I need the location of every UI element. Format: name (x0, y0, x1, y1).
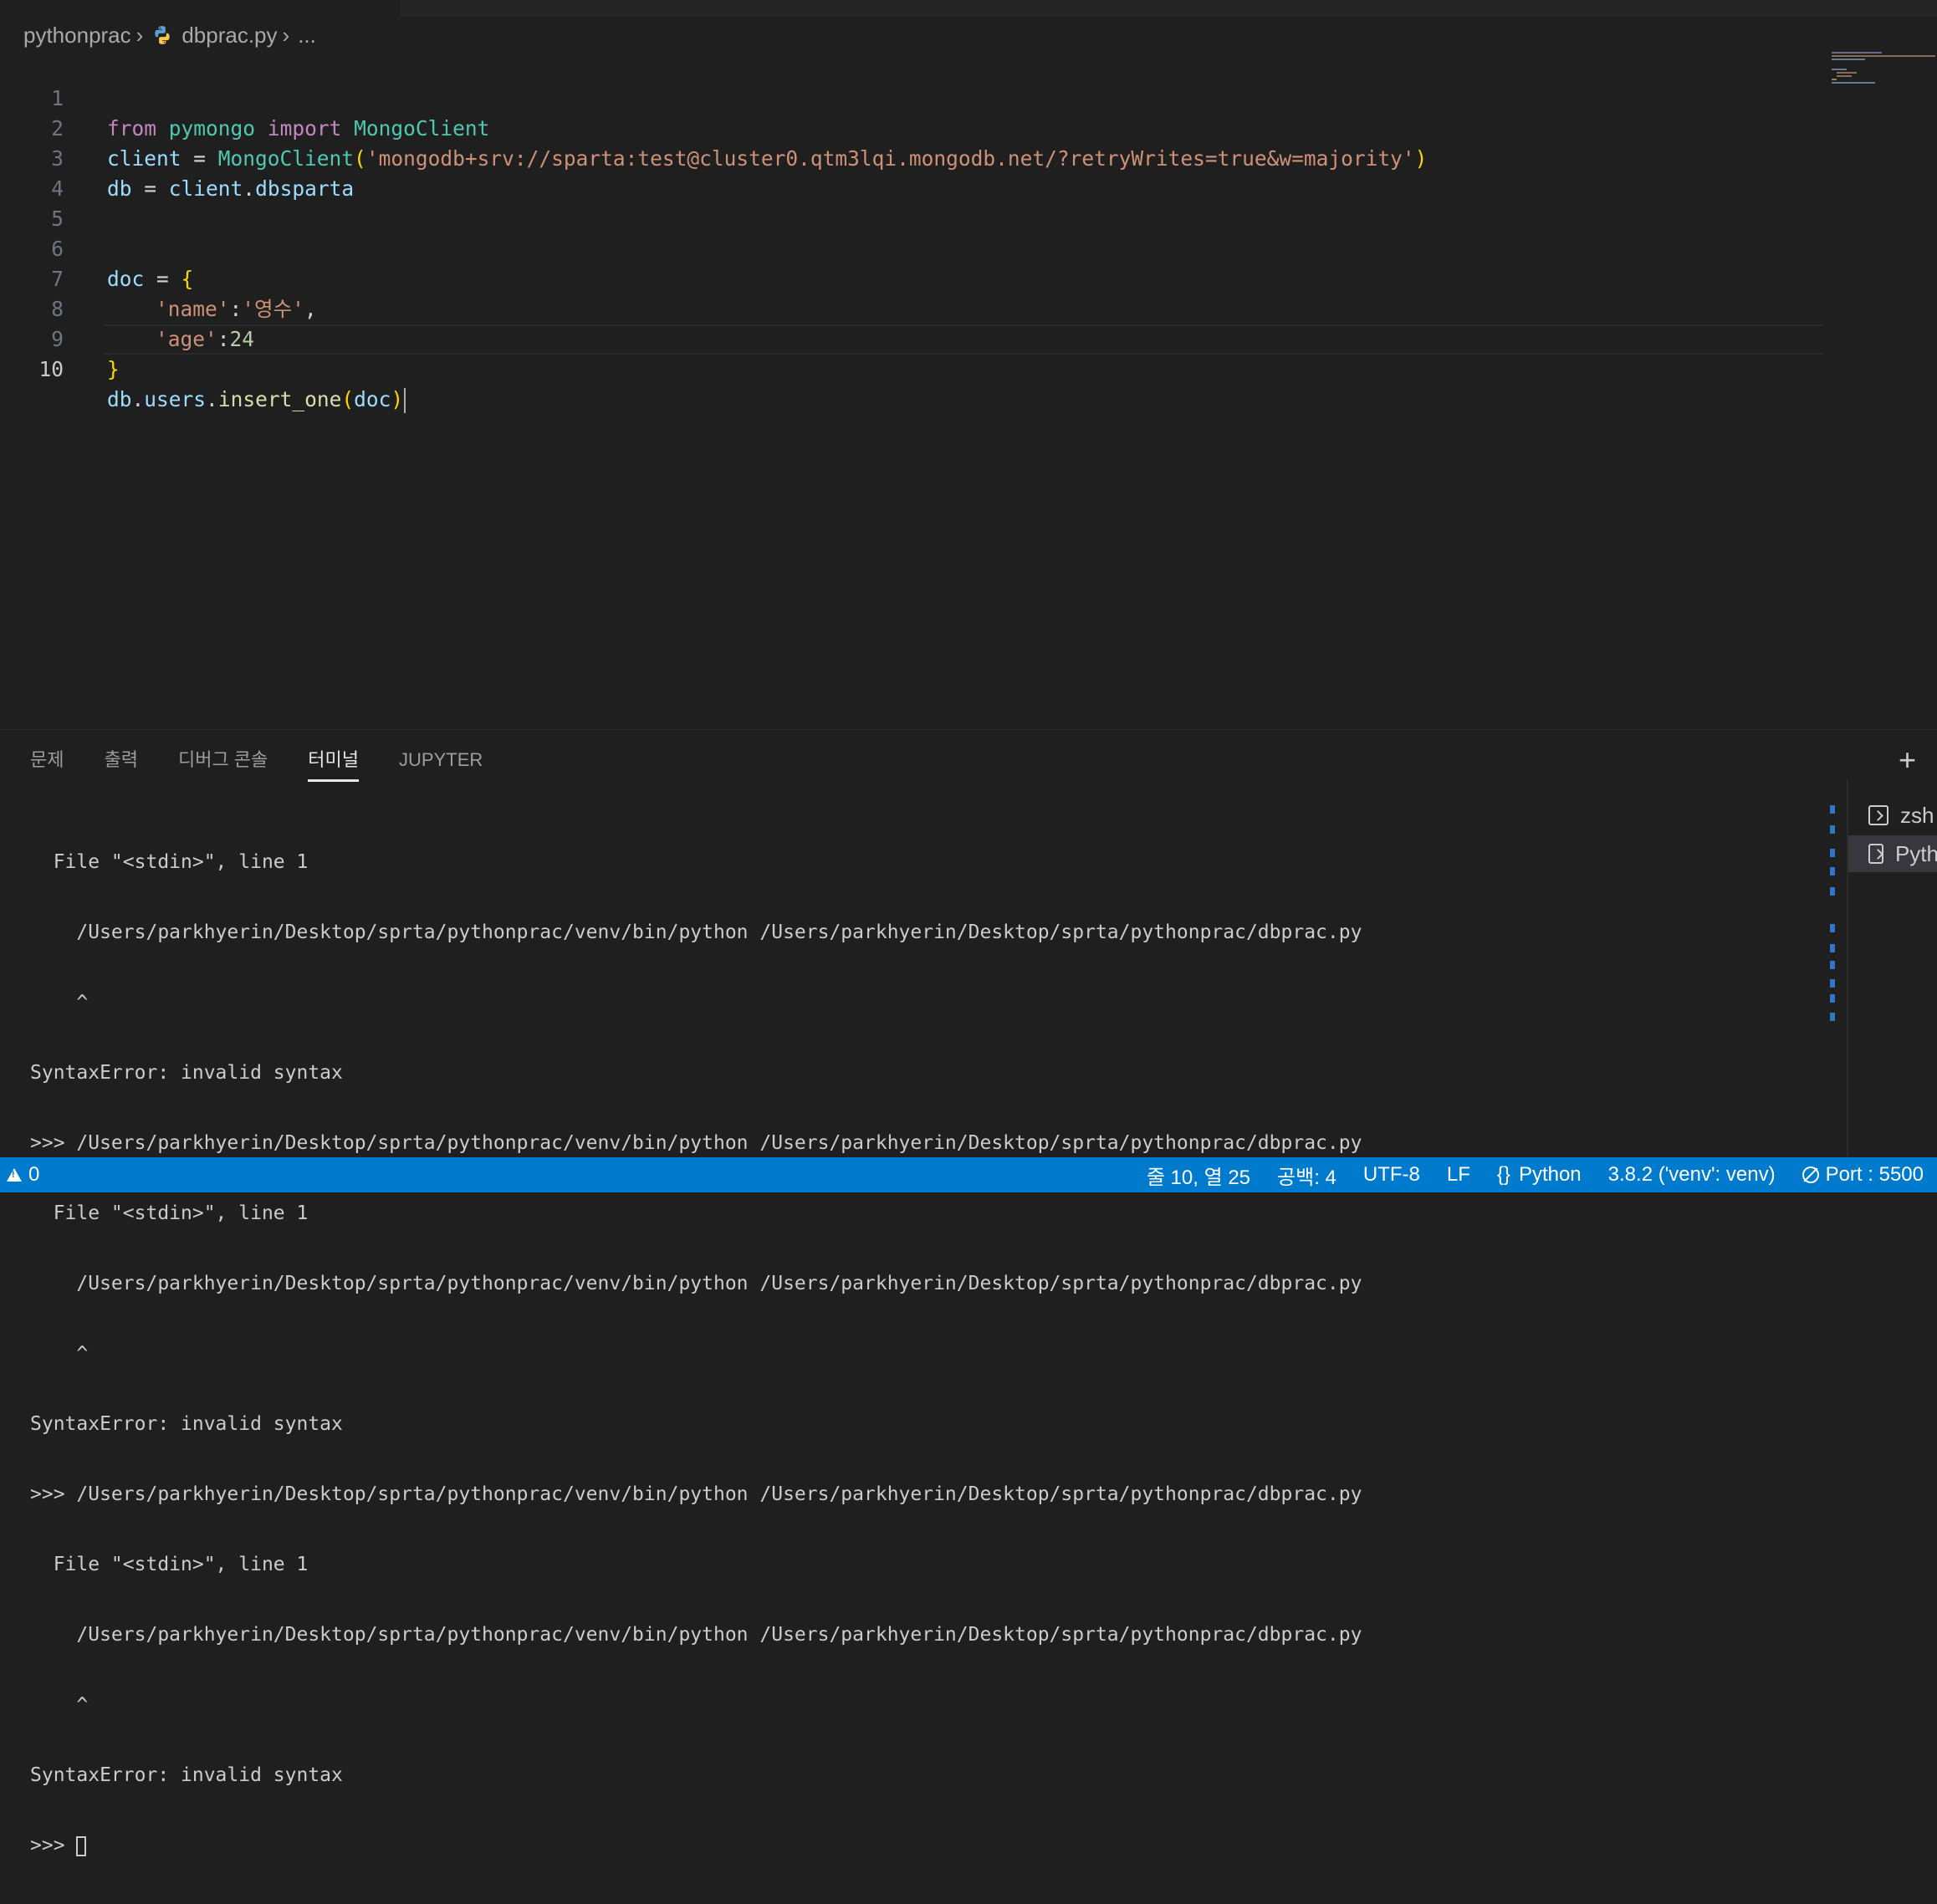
text-cursor (404, 388, 406, 413)
terminal-line: ^ (30, 1694, 89, 1716)
terminal-instance-python[interactable]: Pyth (1848, 835, 1937, 872)
chevron-right-icon: › (282, 22, 290, 48)
breadcrumb-more[interactable]: ... (298, 23, 316, 48)
terminal-scrollbar[interactable] (1830, 805, 1835, 1156)
terminal-line: SyntaxError: invalid syntax (30, 1764, 343, 1786)
status-eol[interactable]: LF (1447, 1157, 1470, 1192)
tab-terminal[interactable]: 터미널 (308, 745, 359, 782)
operator: . (206, 387, 218, 411)
function-name: insert_one (217, 387, 342, 411)
bracket: } (107, 357, 120, 381)
bracket: ) (391, 387, 404, 411)
code-line[interactable]: 4 (0, 144, 1823, 201)
terminal-line: /Users/parkhyerin/Desktop/sprta/pythonpr… (30, 1624, 1362, 1646)
code-editor[interactable]: 1 from pymongo import MongoClient 2 clie… (0, 52, 1832, 729)
code-line[interactable]: 2 client = MongoClient('mongodb+srv://sp… (0, 84, 1823, 171)
terminal-prompt-line[interactable]: >>> (30, 1834, 1820, 1857)
terminal-line: SyntaxError: invalid syntax (30, 1062, 343, 1084)
terminal-instance-label: Pyth (1894, 840, 1937, 866)
status-cursor-position[interactable]: 줄 10, 열 25 (1147, 1157, 1250, 1192)
line-number: 10 (38, 357, 64, 381)
code-line[interactable]: 3 db = client.dbsparta (0, 114, 1823, 201)
chevron-right-icon: › (135, 22, 144, 48)
terminal-line: ^ (30, 992, 89, 1013)
code-line[interactable]: 6 doc = { (0, 204, 1823, 291)
terminal-output[interactable]: File "<stdin>", line 1 /Users/parkhyerin… (30, 804, 1820, 1856)
warning-count: 0 (28, 1163, 40, 1186)
breadcrumb-file[interactable]: dbprac.py (181, 23, 277, 48)
tab-output[interactable]: 출력 (104, 745, 137, 782)
bottom-panel: 문제 출력 디버그 콘솔 터미널 JUPYTER + File "<stdin>… (0, 729, 1937, 1856)
status-interpreter[interactable]: 3.8.2 ('venv': venv) (1608, 1157, 1776, 1192)
terminal-icon (1868, 805, 1888, 825)
status-language[interactable]: {} Python (1497, 1157, 1582, 1192)
breadcrumb: pythonprac › dbprac.py › ... (23, 20, 316, 50)
status-problems[interactable]: 0 (7, 1157, 39, 1192)
status-indentation[interactable]: 공백: 4 (1277, 1157, 1336, 1192)
code-line[interactable]: 5 (0, 174, 1823, 231)
no-sign-icon (1802, 1166, 1819, 1183)
argument: doc (354, 387, 391, 411)
terminal-instance-list: zsh Pyth (1847, 780, 1937, 1156)
tab-strip (0, 0, 1937, 17)
terminal-instance-zsh[interactable]: zsh (1848, 797, 1937, 834)
terminal-line: >>> /Users/parkhyerin/Desktop/sprta/pyth… (30, 1483, 1362, 1505)
tab-debug-console[interactable]: 디버그 콘솔 (178, 745, 268, 782)
tab-jupyter[interactable]: JUPYTER (399, 745, 483, 782)
editor-tab-active[interactable] (0, 0, 400, 17)
panel-tabs: 문제 출력 디버그 콘솔 터미널 JUPYTER (30, 745, 523, 782)
status-live-server[interactable]: Port : 5500 (1802, 1157, 1924, 1192)
code-line[interactable]: 7 'name':'영수', (0, 234, 1823, 321)
status-encoding[interactable]: UTF-8 (1363, 1157, 1420, 1192)
terminal-line: SyntaxError: invalid syntax (30, 1413, 343, 1435)
code-line[interactable]: 8 'age':24 (0, 264, 1823, 351)
tab-problems[interactable]: 문제 (30, 745, 64, 782)
plus-icon[interactable]: + (1899, 745, 1925, 775)
terminal-line: >>> /Users/parkhyerin/Desktop/sprta/pyth… (30, 1132, 1362, 1154)
warning-icon (7, 1168, 22, 1182)
port-label: Port : 5500 (1825, 1163, 1924, 1186)
code-line[interactable]: 1 from pymongo import MongoClient (0, 54, 1823, 140)
code-line[interactable]: 9 } (0, 294, 1823, 381)
language-label: Python (1518, 1163, 1582, 1186)
status-bar: 0 줄 10, 열 25 공백: 4 UTF-8 LF {} Python 3.… (0, 1157, 1937, 1192)
operator: . (131, 387, 145, 411)
terminal-instance-label: zsh (1900, 802, 1934, 828)
python-file-icon (155, 26, 170, 44)
terminal-cursor (76, 1835, 87, 1856)
terminal-line: /Users/parkhyerin/Desktop/sprta/pythonpr… (30, 921, 1362, 943)
terminal-line: File "<stdin>", line 1 (30, 851, 309, 873)
terminal-prompt: >>> (30, 1835, 77, 1856)
code-line-current[interactable]: 10 db.users.insert_one(doc) (0, 324, 1823, 413)
bracket: ( (341, 387, 355, 411)
terminal-line: File "<stdin>", line 1 (30, 1554, 309, 1575)
variable: db (107, 387, 132, 411)
breadcrumb-folder[interactable]: pythonprac (23, 23, 131, 48)
terminal-line: ^ (30, 1343, 89, 1365)
terminal-icon (1868, 844, 1883, 864)
terminal-line: File "<stdin>", line 1 (30, 1202, 309, 1224)
braces-icon: {} (1496, 1163, 1510, 1186)
minimap[interactable] (1828, 50, 1937, 92)
attribute: users (144, 387, 207, 411)
terminal-line: /Users/parkhyerin/Desktop/sprta/pythonpr… (30, 1273, 1362, 1294)
